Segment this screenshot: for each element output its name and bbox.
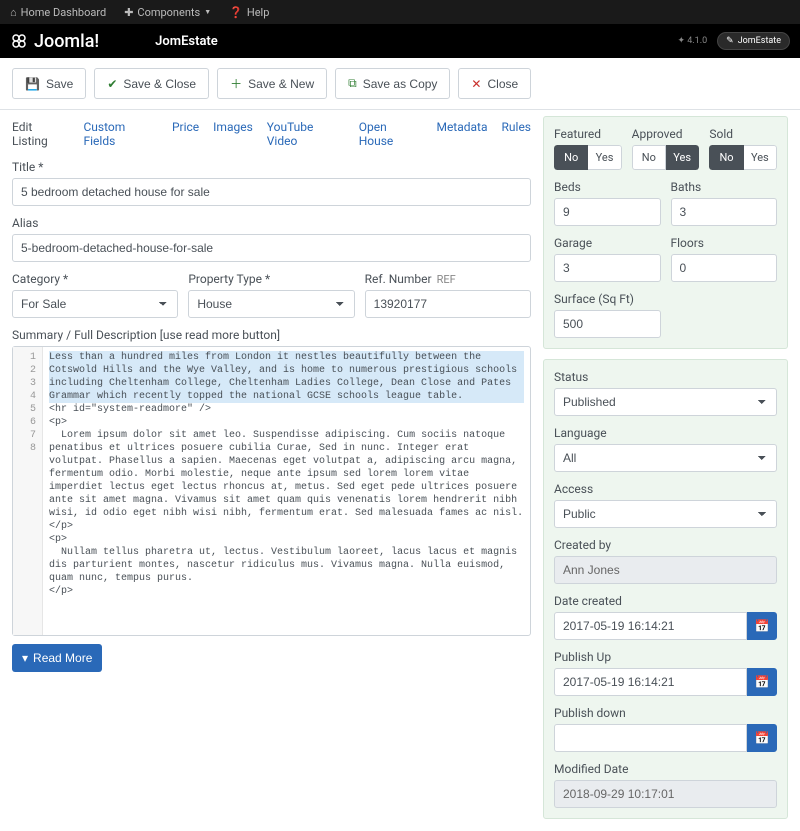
approved-toggle[interactable]: NoYes bbox=[632, 145, 700, 170]
tab-youtube[interactable]: YouTube Video bbox=[267, 120, 345, 148]
status-label: Status bbox=[554, 370, 777, 384]
approved-yes[interactable]: Yes bbox=[666, 145, 699, 170]
status-select[interactable]: Published bbox=[554, 388, 777, 416]
calendar-icon: 📅 bbox=[755, 619, 770, 633]
ref-label: Ref. Number REF bbox=[365, 272, 531, 286]
approved-label: Approved bbox=[632, 127, 700, 141]
featured-no[interactable]: No bbox=[554, 145, 588, 170]
status-toggles-panel: Featured NoYes Approved NoYes Sold NoYes… bbox=[543, 116, 788, 349]
title-label: Title bbox=[12, 160, 531, 174]
baths-label: Baths bbox=[671, 180, 778, 194]
publish-down-input[interactable] bbox=[554, 724, 747, 752]
surface-label: Surface (Sq Ft) bbox=[554, 292, 661, 306]
tab-images[interactable]: Images bbox=[213, 120, 253, 148]
chevron-down-icon: ▾ bbox=[22, 651, 28, 665]
close-button[interactable]: ✕Close bbox=[458, 68, 531, 99]
brand-bar: Joomla! JomEstate ✦ 4.1.0 ✎JomEstate bbox=[0, 24, 800, 58]
copy-icon: ⧉ bbox=[348, 76, 357, 91]
chevron-down-icon: ▼ bbox=[204, 8, 211, 16]
help-link[interactable]: ❓Help bbox=[229, 6, 269, 19]
property-type-select[interactable]: House bbox=[188, 290, 354, 318]
sold-label: Sold bbox=[709, 127, 777, 141]
action-toolbar: 💾Save ✔Save & Close ＋Save & New ⧉Save as… bbox=[0, 58, 800, 110]
components-menu[interactable]: ✚Components▼ bbox=[124, 6, 211, 19]
alias-label: Alias bbox=[12, 216, 531, 230]
save-new-button[interactable]: ＋Save & New bbox=[217, 68, 327, 99]
tab-bar: Edit Listing Custom Fields Price Images … bbox=[12, 110, 531, 160]
modified-date-field bbox=[554, 780, 777, 808]
ref-input[interactable] bbox=[365, 290, 531, 318]
description-label: Summary / Full Description [use read mor… bbox=[12, 328, 531, 342]
surface-input[interactable] bbox=[554, 310, 661, 338]
created-by-field bbox=[554, 556, 777, 584]
top-menubar: ⌂Home Dashboard ✚Components▼ ❓Help bbox=[0, 0, 800, 24]
readmore-button[interactable]: ▾Read More bbox=[12, 644, 102, 672]
page-title: JomEstate bbox=[155, 34, 218, 49]
publish-panel: Status Published Language All Access Public… bbox=[543, 359, 788, 819]
property-type-label: Property Type bbox=[188, 272, 354, 286]
tab-edit-listing[interactable]: Edit Listing bbox=[12, 120, 69, 148]
sold-yes[interactable]: Yes bbox=[744, 145, 777, 170]
category-label: Category bbox=[12, 272, 178, 286]
created-by-label: Created by bbox=[554, 538, 777, 552]
check-icon: ✔ bbox=[107, 77, 117, 91]
home-dashboard-link[interactable]: ⌂Home Dashboard bbox=[10, 6, 106, 19]
sold-no[interactable]: No bbox=[709, 145, 743, 170]
tab-price[interactable]: Price bbox=[172, 120, 199, 148]
help-icon: ❓ bbox=[229, 6, 243, 19]
date-created-calendar-button[interactable]: 📅 bbox=[747, 612, 777, 640]
joomla-logo: Joomla! bbox=[10, 31, 99, 52]
title-input[interactable] bbox=[12, 178, 531, 206]
calendar-icon: 📅 bbox=[755, 675, 770, 689]
save-button[interactable]: 💾Save bbox=[12, 68, 86, 99]
tab-open-house[interactable]: Open House bbox=[359, 120, 423, 148]
category-select[interactable]: For Sale bbox=[12, 290, 178, 318]
save-close-button[interactable]: ✔Save & Close bbox=[94, 68, 209, 99]
publish-up-label: Publish Up bbox=[554, 650, 777, 664]
language-label: Language bbox=[554, 426, 777, 440]
user-menu-button[interactable]: ✎JomEstate bbox=[717, 32, 790, 50]
language-select[interactable]: All bbox=[554, 444, 777, 472]
featured-label: Featured bbox=[554, 127, 622, 141]
publish-down-calendar-button[interactable]: 📅 bbox=[747, 724, 777, 752]
joomla-icon bbox=[10, 32, 28, 50]
tab-custom-fields[interactable]: Custom Fields bbox=[83, 120, 157, 148]
access-select[interactable]: Public bbox=[554, 500, 777, 528]
publish-down-label: Publish down bbox=[554, 706, 777, 720]
access-label: Access bbox=[554, 482, 777, 496]
featured-toggle[interactable]: NoYes bbox=[554, 145, 622, 170]
home-icon: ⌂ bbox=[10, 6, 17, 19]
alias-input[interactable] bbox=[12, 234, 531, 262]
baths-input[interactable] bbox=[671, 198, 778, 226]
calendar-icon: 📅 bbox=[755, 731, 770, 745]
publish-up-input[interactable] bbox=[554, 668, 747, 696]
version-badge: ✦ 4.1.0 bbox=[677, 36, 707, 46]
floors-label: Floors bbox=[671, 236, 778, 250]
save-copy-button[interactable]: ⧉Save as Copy bbox=[335, 68, 450, 99]
puzzle-icon: ✚ bbox=[124, 6, 133, 19]
publish-up-calendar-button[interactable]: 📅 bbox=[747, 668, 777, 696]
modified-date-label: Modified Date bbox=[554, 762, 777, 776]
tab-rules[interactable]: Rules bbox=[502, 120, 531, 148]
garage-input[interactable] bbox=[554, 254, 661, 282]
edit-icon: ✎ bbox=[726, 36, 734, 46]
close-icon: ✕ bbox=[471, 77, 481, 91]
sold-toggle[interactable]: NoYes bbox=[709, 145, 777, 170]
floors-input[interactable] bbox=[671, 254, 778, 282]
code-editor[interactable]: 12345678 Less than a hundred miles from … bbox=[12, 346, 531, 636]
beds-input[interactable] bbox=[554, 198, 661, 226]
plus-icon: ＋ bbox=[230, 75, 242, 92]
approved-no[interactable]: No bbox=[632, 145, 666, 170]
date-created-input[interactable] bbox=[554, 612, 747, 640]
date-created-label: Date created bbox=[554, 594, 777, 608]
garage-label: Garage bbox=[554, 236, 661, 250]
featured-yes[interactable]: Yes bbox=[588, 145, 621, 170]
tab-metadata[interactable]: Metadata bbox=[436, 120, 487, 148]
beds-label: Beds bbox=[554, 180, 661, 194]
save-icon: 💾 bbox=[25, 77, 40, 91]
